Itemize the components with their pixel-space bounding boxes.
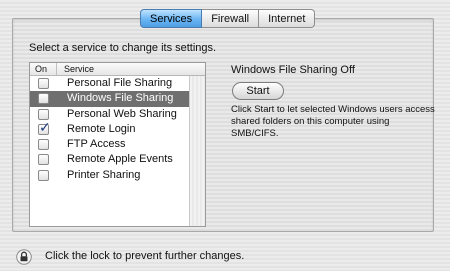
service-checkbox[interactable]: ✓ — [38, 169, 49, 181]
service-checkbox[interactable]: ✓ — [38, 93, 49, 105]
service-checkbox[interactable]: ✓ — [38, 78, 49, 89]
service-checkbox[interactable]: ✓ — [38, 139, 49, 151]
tab-firewall[interactable]: Firewall — [202, 9, 260, 28]
service-label: Personal Web Sharing — [67, 107, 177, 120]
list-scrollbar[interactable] — [189, 76, 205, 226]
service-checkbox[interactable]: ✓ — [38, 119, 51, 135]
column-header-service[interactable]: Service — [64, 63, 94, 75]
service-row-windows-file-sharing[interactable]: ✓ Windows File Sharing — [30, 91, 191, 107]
lock-message: Click the lock to prevent further change… — [45, 250, 245, 262]
service-row-personal-file-sharing[interactable]: ✓ Personal File Sharing — [30, 76, 191, 91]
column-divider — [56, 63, 57, 75]
service-label: FTP Access — [67, 138, 126, 151]
services-list[interactable]: On Service ✓ Personal File Sharing ✓ Win… — [29, 62, 206, 227]
service-label: Remote Login — [67, 122, 136, 135]
lock-icon[interactable] — [16, 249, 32, 265]
service-checkbox[interactable]: ✓ — [38, 154, 49, 166]
service-row-personal-web-sharing[interactable]: ✓ Personal Web Sharing — [30, 107, 191, 122]
start-button[interactable]: Start — [232, 82, 284, 100]
checkmark-icon: ✓ — [39, 118, 51, 135]
service-label: Personal File Sharing — [67, 77, 173, 89]
service-label: Windows File Sharing — [67, 92, 174, 105]
tab-bar: Services Firewall Internet — [140, 9, 316, 29]
service-checkbox[interactable]: ✓ — [38, 108, 49, 120]
tab-internet[interactable]: Internet — [259, 9, 316, 28]
service-label: Remote Apple Events — [67, 153, 173, 166]
service-row-printer-sharing[interactable]: ✓ Printer Sharing — [30, 168, 191, 183]
service-status-title: Windows File Sharing Off — [231, 64, 355, 76]
service-row-ftp-access[interactable]: ✓ FTP Access — [30, 137, 191, 152]
list-body: ✓ Personal File Sharing ✓ Windows File S… — [30, 76, 191, 226]
instruction-text: Select a service to change its settings. — [29, 42, 217, 54]
service-row-remote-login[interactable]: ✓ Remote Login — [30, 119, 191, 137]
column-header-on[interactable]: On — [35, 63, 47, 75]
service-description: Click Start to let selected Windows user… — [231, 104, 435, 139]
service-row-remote-apple-events[interactable]: ✓ Remote Apple Events — [30, 152, 191, 167]
service-label: Printer Sharing — [67, 168, 141, 181]
list-header: On Service — [30, 63, 205, 76]
tab-services[interactable]: Services — [140, 9, 203, 28]
